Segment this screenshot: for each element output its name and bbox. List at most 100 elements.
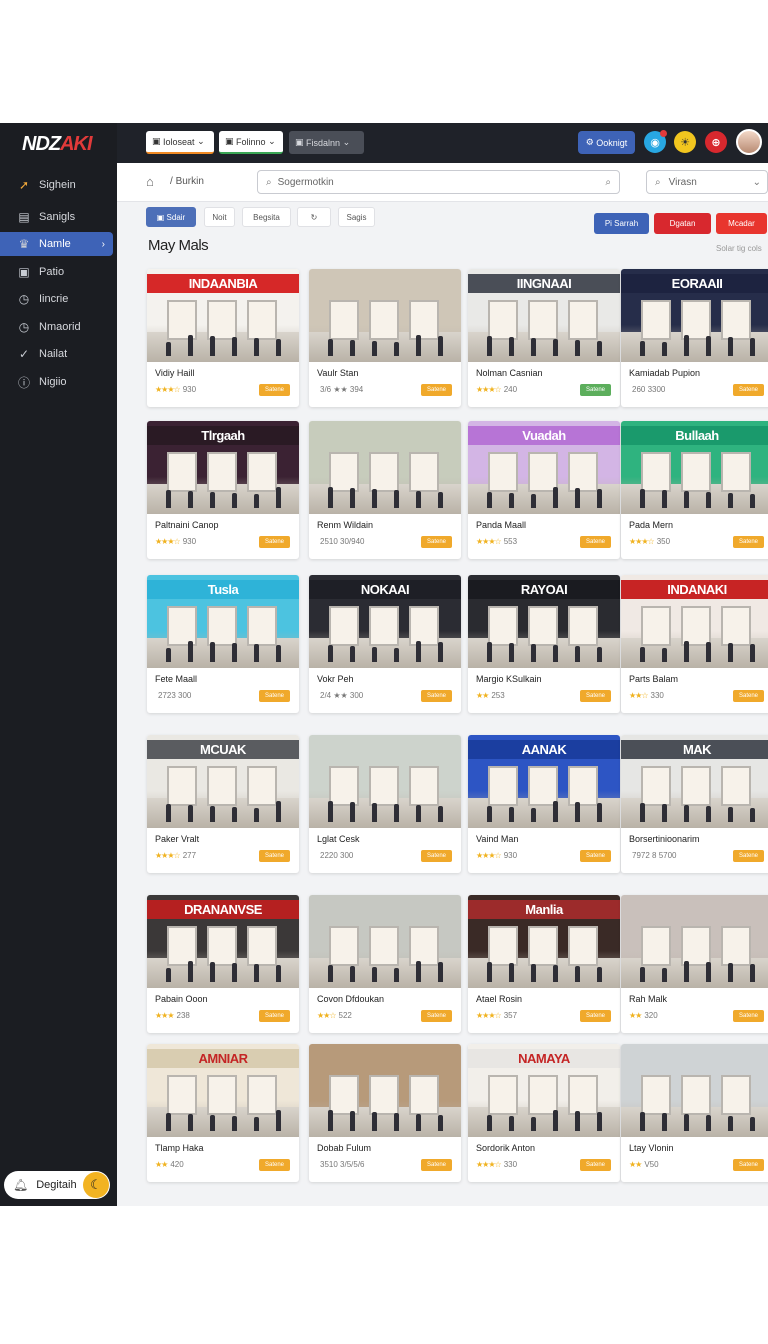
details-button[interactable]: Satene (259, 1010, 290, 1022)
mall-card[interactable]: Ltay Vlonin ★★ V50 Satene (621, 1044, 768, 1182)
search-icon[interactable]: ⌕ (605, 177, 611, 188)
details-button[interactable]: Satene (733, 1159, 764, 1171)
sidebar-item-nigiio[interactable]: ⓘ Nigiio (0, 370, 117, 394)
mall-photo[interactable]: INDANAKI (621, 575, 768, 668)
sidebar-item-iincrie[interactable]: ◷ Iincrie (0, 287, 117, 311)
mall-card[interactable]: Tlrgaah Paltnaini Canop ★★★☆ 930 Satene (147, 421, 299, 559)
details-button[interactable]: Satene (259, 536, 290, 548)
mall-photo[interactable]: EORAAII (621, 269, 768, 362)
details-button[interactable]: Satene (580, 850, 611, 862)
details-button[interactable]: Satene (580, 690, 611, 702)
mall-photo[interactable] (309, 269, 461, 362)
mall-card[interactable]: Covon Dfdoukan ★★☆ 522 Satene (309, 895, 461, 1033)
mall-photo[interactable]: NAMAYA (468, 1044, 620, 1137)
mall-photo[interactable] (621, 895, 768, 988)
mall-name[interactable]: Paltnaini Canop (155, 520, 219, 530)
mall-photo[interactable]: Manlia (468, 895, 620, 988)
mall-card[interactable]: Rah Malk ★★ 320 Satene (621, 895, 768, 1033)
top-pill-2[interactable]: ▣ Folinno ⌄ (219, 131, 283, 154)
details-button[interactable]: Satene (733, 384, 764, 396)
mall-photo[interactable] (309, 895, 461, 988)
breadcrumb[interactable]: / Burkin (170, 176, 204, 187)
mall-photo[interactable]: AANAK (468, 735, 620, 828)
mall-name[interactable]: Vaind Man (476, 834, 518, 844)
mall-name[interactable]: Margio KSulkain (476, 674, 542, 684)
sidebar-item-sighein[interactable]: ➚ Sighein (0, 173, 117, 197)
theme-toggle[interactable]: 🔔︎ Degitaih ☾ (4, 1171, 110, 1199)
mall-card[interactable]: DRANANVSE Pabain Ooon ★★★ 238 Satene (147, 895, 299, 1033)
mall-name[interactable]: Panda Maall (476, 520, 526, 530)
mall-name[interactable]: Tlamp Haka (155, 1143, 204, 1153)
mall-name[interactable]: Vidiy Haill (155, 368, 194, 378)
mall-card[interactable]: NOKAAI Vokr Peh 2/4 ★★ 300 Satene (309, 575, 461, 713)
mall-name[interactable]: Dobab Fulum (317, 1143, 371, 1153)
mall-name[interactable]: Fete Maall (155, 674, 197, 684)
mall-card[interactable]: Tusla Fete Maall 2723 300 Satene (147, 575, 299, 713)
mall-card[interactable]: Manlia Atael Rosin ★★★☆ 357 Satene (468, 895, 620, 1033)
details-button[interactable]: Satene (421, 384, 452, 396)
mall-card[interactable]: RAYOAI Margio KSulkain ★★ 253 Satene (468, 575, 620, 713)
filter-chip-5[interactable]: Sagis (338, 207, 375, 227)
mall-name[interactable]: Nolman Casnian (476, 368, 543, 378)
details-button[interactable]: Satene (580, 536, 611, 548)
mall-photo[interactable]: Tlrgaah (147, 421, 299, 514)
mall-photo[interactable] (309, 1044, 461, 1137)
mall-card[interactable]: Lglat Cesk 2220 300 Satene (309, 735, 461, 873)
details-button[interactable]: Satene (259, 850, 290, 862)
filter-chip-1[interactable]: ▣ Sdair (146, 207, 196, 227)
mall-photo[interactable]: DRANANVSE (147, 895, 299, 988)
mall-name[interactable]: Lglat Cesk (317, 834, 360, 844)
filter-chip-3[interactable]: Begsita (242, 207, 291, 227)
mall-photo[interactable]: INDAANBIA (147, 269, 299, 362)
mall-card[interactable]: IINGNAAI Nolman Casnian ★★★☆ 240 Satene (468, 269, 620, 407)
top-pill-3[interactable]: ▣ Fisdalnn ⌄ (289, 131, 364, 154)
mall-photo[interactable]: AMNIAR (147, 1044, 299, 1137)
sidebar-item-sanigls[interactable]: ▤ Sanigls (0, 205, 117, 229)
sun-icon[interactable]: ☀ (674, 131, 696, 153)
mall-card[interactable]: AANAK Vaind Man ★★★☆ 930 Satene (468, 735, 620, 873)
action-button-2[interactable]: Dgatan (654, 213, 711, 234)
mall-name[interactable]: Parts Balam (629, 674, 678, 684)
mall-name[interactable]: Kamiadab Pupion (629, 368, 700, 378)
mall-photo[interactable]: RAYOAI (468, 575, 620, 668)
home-icon[interactable]: ⌂ (146, 174, 154, 189)
mall-photo[interactable]: Tusla (147, 575, 299, 668)
mall-photo[interactable]: MAK (621, 735, 768, 828)
search-input[interactable]: ⌕ Sogermotkin ⌕ (257, 170, 620, 194)
details-button[interactable]: Satene (421, 1159, 452, 1171)
filter-chip-2[interactable]: Noit (204, 207, 235, 227)
mall-name[interactable]: Covon Dfdoukan (317, 994, 384, 1004)
mall-card[interactable]: INDANAKI Parts Balam ★★☆ 330 Satene (621, 575, 768, 713)
mall-card[interactable]: Dobab Fulum 3510 3/5/5/6 Satene (309, 1044, 461, 1182)
mall-card[interactable]: MCUAK Paker Vralt ★★★☆ 277 Satene (147, 735, 299, 873)
details-button[interactable]: Satene (421, 690, 452, 702)
details-button[interactable]: Satene (733, 850, 764, 862)
sidebar-item-nailat[interactable]: ✓ Nailat (0, 342, 117, 366)
details-button[interactable]: Satene (421, 850, 452, 862)
avatar[interactable] (736, 129, 762, 155)
details-button[interactable]: Satene (259, 690, 290, 702)
details-button[interactable]: Satene (580, 1010, 611, 1022)
sidebar-item-patio[interactable]: ▣ Patio (0, 260, 117, 284)
app-logo[interactable]: NDZAKI (22, 133, 93, 156)
mall-card[interactable]: NAMAYA Sordorik Anton ★★★☆ 330 Satene (468, 1044, 620, 1182)
mall-card[interactable]: Bullaah Pada Mern ★★★☆ 350 Satene (621, 421, 768, 559)
filter-select[interactable]: ⌕ Virasn ⌄ (646, 170, 768, 194)
mall-photo[interactable] (309, 421, 461, 514)
details-button[interactable]: Satene (580, 1159, 611, 1171)
alert-icon[interactable]: ⊕ (705, 131, 727, 153)
mall-card[interactable]: Vuadah Panda Maall ★★★☆ 553 Satene (468, 421, 620, 559)
mall-name[interactable]: Borsertinioonarim (629, 834, 700, 844)
mall-card[interactable]: AMNIAR Tlamp Haka ★★ 420 Satene (147, 1044, 299, 1182)
details-button[interactable]: Satene (733, 536, 764, 548)
mall-photo[interactable]: Bullaah (621, 421, 768, 514)
details-button[interactable]: Satene (733, 690, 764, 702)
moon-icon[interactable]: ☾ (83, 1172, 109, 1198)
mall-name[interactable]: Vokr Peh (317, 674, 354, 684)
messages-icon[interactable]: ◉ (644, 130, 667, 153)
mall-name[interactable]: Renm Wildain (317, 520, 373, 530)
mall-name[interactable]: Paker Vralt (155, 834, 199, 844)
sidebar-item-namle[interactable]: ♛ Namle › (0, 232, 113, 256)
mall-photo[interactable]: MCUAK (147, 735, 299, 828)
filter-chip-4[interactable]: ↻ (297, 207, 331, 227)
